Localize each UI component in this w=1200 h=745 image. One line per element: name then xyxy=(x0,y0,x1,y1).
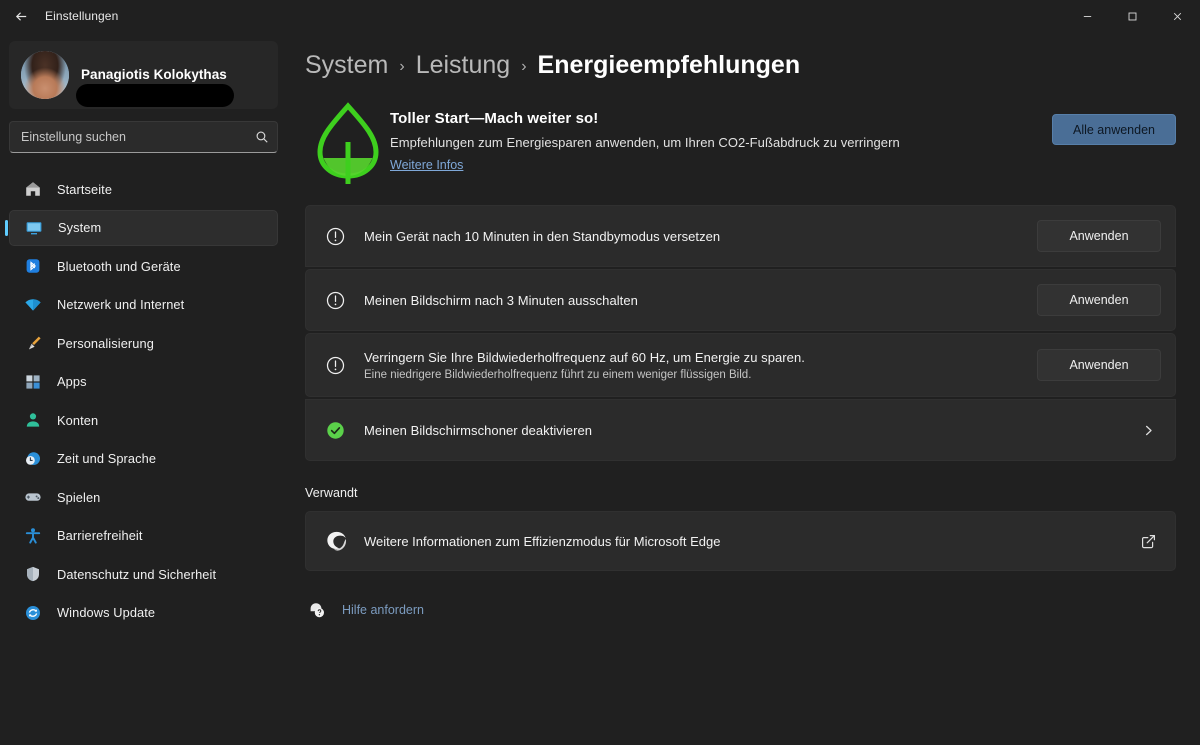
recommendation-row: Mein Gerät nach 10 Minuten in den Standb… xyxy=(305,205,1176,267)
sidebar-item-label: Windows Update xyxy=(57,605,156,620)
apps-grid-icon xyxy=(23,372,43,392)
search-input[interactable] xyxy=(9,121,278,153)
recommendations-list: Mein Gerät nach 10 Minuten in den Standb… xyxy=(305,205,1176,461)
more-info-link[interactable]: Weitere Infos xyxy=(390,158,463,172)
sidebar-item-spielen[interactable]: Spielen xyxy=(9,479,278,515)
avatar xyxy=(21,51,69,99)
recommendation-row: Meinen Bildschirm nach 3 Minuten ausscha… xyxy=(305,269,1176,331)
maximize-button[interactable] xyxy=(1110,0,1155,32)
search-icon xyxy=(255,130,269,144)
minimize-button[interactable] xyxy=(1065,0,1110,32)
profile-name: Panagiotis Kolokythas xyxy=(81,67,227,82)
recommendation-text: Meinen Bildschirm nach 3 Minuten ausscha… xyxy=(364,293,1037,308)
sidebar-item-personalisierung[interactable]: Personalisierung xyxy=(9,325,278,361)
sidebar-item-netzwerk-und-internet[interactable]: Netzwerk und Internet xyxy=(9,287,278,323)
recommendation-title: Meinen Bildschirm nach 3 Minuten ausscha… xyxy=(364,292,638,308)
recommendation-title: Verringern Sie Ihre Bildwiederholfrequen… xyxy=(364,349,805,365)
profile-card[interactable]: Panagiotis Kolokythas xyxy=(9,41,278,109)
alert-circle-icon xyxy=(323,288,347,312)
sidebar-item-label: Zeit und Sprache xyxy=(57,451,157,466)
open-external-icon xyxy=(1135,534,1161,549)
accessibility-person-icon xyxy=(23,526,43,546)
breadcrumb: System › Leistung › Energieempfehlungen xyxy=(305,51,1176,80)
alert-circle-icon xyxy=(323,353,347,377)
apply-all-button[interactable]: Alle anwenden xyxy=(1052,114,1176,145)
sidebar-item-label: Konten xyxy=(57,412,99,428)
email-redaction xyxy=(76,84,234,107)
minimize-icon xyxy=(1083,15,1092,17)
back-arrow-icon xyxy=(15,11,26,21)
account-person-icon xyxy=(23,410,43,430)
update-refresh-icon xyxy=(23,603,43,623)
chevron-right-icon xyxy=(1135,424,1161,437)
profile-text: Panagiotis Kolokythas xyxy=(76,65,234,107)
shield-icon xyxy=(23,564,43,584)
window-controls xyxy=(1065,0,1200,32)
sidebar-item-system[interactable]: System xyxy=(9,209,278,246)
breadcrumb-system[interactable]: System xyxy=(305,51,388,80)
recommendation-row: Verringern Sie Ihre Bildwiederholfrequen… xyxy=(305,333,1176,397)
recommendation-text: Mein Gerät nach 10 Minuten in den Standb… xyxy=(364,229,1037,244)
help-question-icon xyxy=(306,599,328,621)
back-button[interactable] xyxy=(4,1,38,31)
sidebar-item-label: Spielen xyxy=(57,489,101,505)
alert-circle-icon xyxy=(323,224,347,248)
related-link-label: Weitere Informationen zum Effizienzmodus… xyxy=(364,533,721,549)
apply-button[interactable]: Anwenden xyxy=(1037,284,1161,316)
sidebar-item-label: Barrierefreiheit xyxy=(57,528,143,543)
close-icon xyxy=(1173,12,1182,20)
breadcrumb-leistung[interactable]: Leistung xyxy=(416,51,511,80)
app-title: Einstellungen xyxy=(45,9,119,23)
edge-browser-icon xyxy=(323,528,349,554)
related-heading: Verwandt xyxy=(305,486,358,500)
clock-globe-icon xyxy=(23,449,43,469)
recommendation-description: Eine niedrigere Bildwiederholfrequenz fü… xyxy=(364,368,752,381)
recommendation-row-completed[interactable]: Meinen Bildschirmschoner deaktivieren xyxy=(305,399,1176,461)
get-help-label: Hilfe anfordern xyxy=(342,603,424,617)
sidebar-item-label: Startseite xyxy=(57,181,113,197)
sidebar-item-windows-update[interactable]: Windows Update xyxy=(9,595,278,631)
recommendation-text: Verringern Sie Ihre Bildwiederholfrequen… xyxy=(364,350,1037,381)
related-link-row[interactable]: Weitere Informationen zum Effizienzmodus… xyxy=(305,511,1176,571)
wifi-icon xyxy=(23,295,43,315)
home-icon xyxy=(23,179,43,199)
recommendation-title: Meinen Bildschirmschoner deaktivieren xyxy=(364,422,593,438)
sidebar-item-datenschutz-und-sicherheit[interactable]: Datenschutz und Sicherheit xyxy=(9,556,278,592)
sidebar-item-barrierefreiheit[interactable]: Barrierefreiheit xyxy=(9,518,278,554)
gamepad-icon xyxy=(23,487,43,507)
get-help-row[interactable]: Hilfe anfordern xyxy=(305,599,1176,621)
sidebar-item-konten[interactable]: Konten xyxy=(9,402,278,438)
sidebar-item-zeit-und-sprache[interactable]: Zeit und Sprache xyxy=(9,441,278,477)
sidebar-item-label: System xyxy=(58,220,102,235)
check-circle-icon xyxy=(323,418,347,442)
sidebar-item-startseite[interactable]: Startseite xyxy=(9,171,278,207)
chevron-right-icon: › xyxy=(521,57,527,75)
sidebar-item-label: Apps xyxy=(57,374,87,389)
apply-button[interactable]: Anwenden xyxy=(1037,349,1161,381)
close-button[interactable] xyxy=(1155,0,1200,32)
hero-banner: Toller Start—Mach weiter so! Empfehlunge… xyxy=(305,96,1176,192)
sidebar: Panagiotis Kolokythas Startseite System xyxy=(0,32,287,745)
chevron-right-icon: › xyxy=(399,57,405,75)
sidebar-item-label: Datenschutz und Sicherheit xyxy=(57,566,217,582)
sidebar-nav: Startseite System Bluetooth und Geräte N… xyxy=(9,171,278,631)
sidebar-item-label: Netzwerk und Internet xyxy=(57,297,185,312)
leaf-icon xyxy=(306,96,390,184)
recommendation-text: Meinen Bildschirmschoner deaktivieren xyxy=(364,423,1135,438)
content-area: System › Leistung › Energieempfehlungen … xyxy=(287,32,1200,745)
title-bar: Einstellungen xyxy=(0,0,1200,32)
paintbrush-icon xyxy=(23,333,43,353)
system-display-icon xyxy=(24,218,44,238)
sidebar-item-label: Bluetooth und Geräte xyxy=(57,258,181,274)
bluetooth-icon xyxy=(23,256,43,276)
sidebar-item-label: Personalisierung xyxy=(57,335,154,351)
maximize-icon xyxy=(1128,12,1137,20)
sidebar-item-apps[interactable]: Apps xyxy=(9,364,278,400)
sidebar-item-bluetooth-und-geraete[interactable]: Bluetooth und Geräte xyxy=(9,248,278,284)
apply-button[interactable]: Anwenden xyxy=(1037,220,1161,252)
page-title: Energieempfehlungen xyxy=(537,51,801,79)
recommendation-title: Mein Gerät nach 10 Minuten in den Standb… xyxy=(364,228,721,244)
search-container xyxy=(9,121,278,153)
